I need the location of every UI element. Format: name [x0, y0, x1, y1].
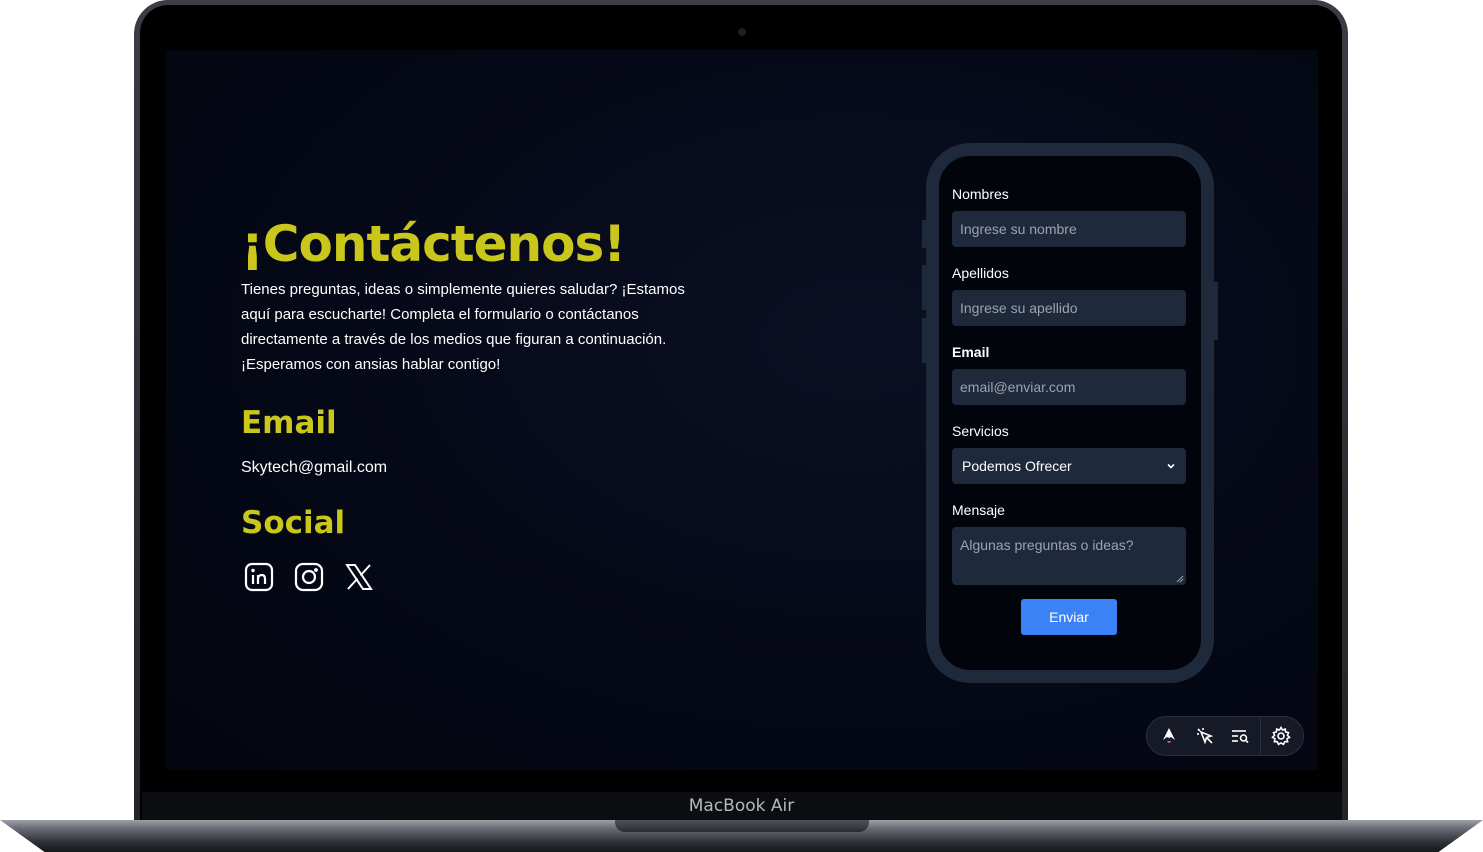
phone-side-button	[922, 265, 926, 310]
instagram-icon[interactable]	[291, 559, 327, 595]
social-heading: Social	[241, 505, 346, 541]
social-links	[241, 559, 701, 595]
servicios-select[interactable]: Podemos Ofrecer	[952, 448, 1186, 484]
servicios-label: Servicios	[952, 423, 1009, 439]
email-address[interactable]: Skytech@gmail.com	[241, 459, 701, 477]
contact-form: Nombres Ingrese su nombre Apellidos Ingr…	[952, 186, 1186, 635]
audit-list-icon[interactable]	[1224, 720, 1256, 752]
phone-side-button	[922, 220, 926, 248]
mensaje-textarea[interactable]: Algunas preguntas o ideas?	[952, 527, 1186, 585]
x-icon[interactable]	[341, 559, 377, 595]
toolbar-divider	[1260, 717, 1262, 755]
apellidos-label: Apellidos	[952, 265, 1009, 281]
servicios-selected-value: Podemos Ofrecer	[962, 458, 1072, 474]
device-model-label: MacBook Air	[688, 796, 795, 816]
mensaje-label: Mensaje	[952, 502, 1005, 518]
contact-info: ¡Contáctenos! Tienes preguntas, ideas o …	[241, 215, 701, 595]
email-heading: Email	[241, 405, 337, 441]
inspect-cursor-icon[interactable]	[1189, 720, 1221, 752]
enviar-button[interactable]: Enviar	[1021, 599, 1117, 635]
phone-frame: Nombres Ingrese su nombre Apellidos Ingr…	[926, 143, 1214, 683]
intro-text: Tienes preguntas, ideas o simplemente qu…	[241, 281, 685, 373]
phone-side-button	[922, 318, 926, 363]
nombres-input[interactable]: Ingrese su nombre	[952, 211, 1186, 247]
nombres-label: Nombres	[952, 186, 1009, 202]
webcam	[738, 28, 746, 36]
page-title: ¡Contáctenos!	[241, 215, 626, 273]
screen: ¡Contáctenos! Tienes preguntas, ideas o …	[166, 50, 1318, 770]
resize-handle-icon[interactable]	[1176, 575, 1184, 583]
mensaje-placeholder: Algunas preguntas o ideas?	[960, 537, 1134, 553]
astro-logo-icon[interactable]	[1153, 720, 1185, 752]
apellidos-input[interactable]: Ingrese su apellido	[952, 290, 1186, 326]
settings-gear-icon[interactable]	[1265, 720, 1297, 752]
linkedin-icon[interactable]	[241, 559, 277, 595]
phone-power-button	[1214, 282, 1218, 340]
laptop-notch	[615, 820, 869, 832]
dev-toolbar	[1146, 716, 1304, 756]
email-label: Email	[952, 344, 990, 360]
email-input[interactable]: email@enviar.com	[952, 369, 1186, 405]
chevron-down-icon	[1166, 458, 1176, 474]
